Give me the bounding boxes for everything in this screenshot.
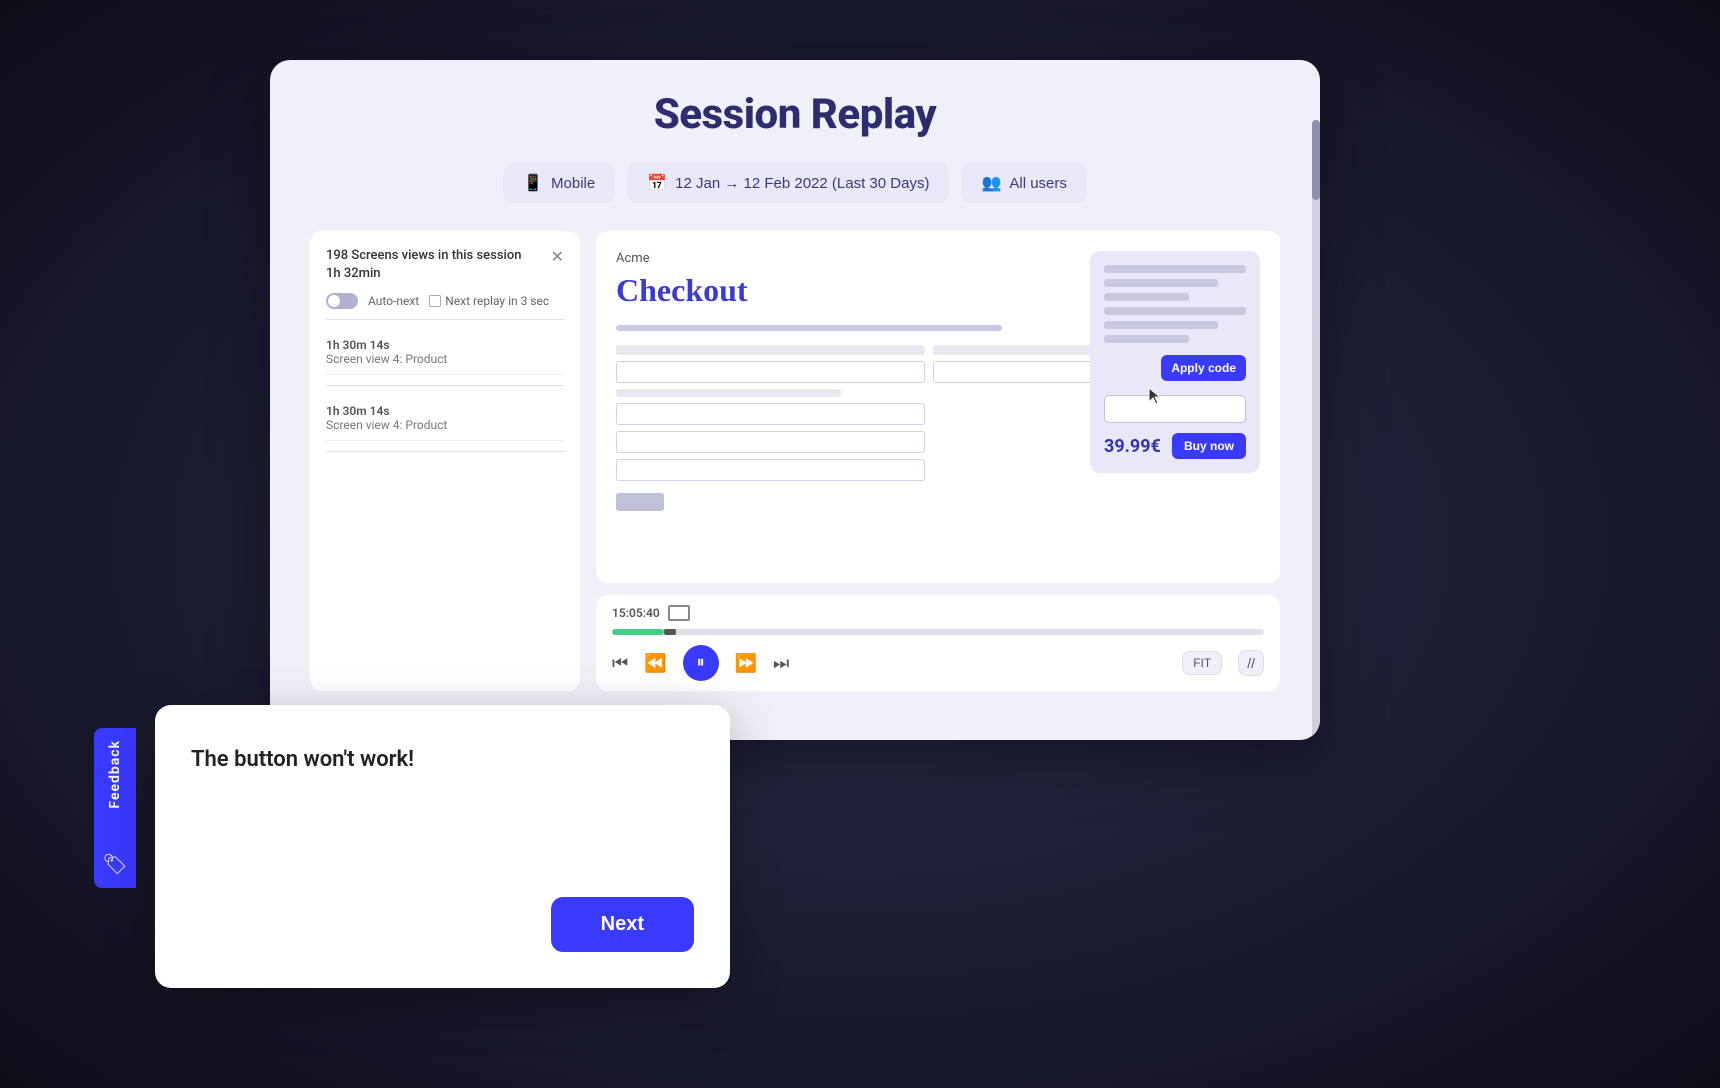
rewind-button[interactable]: ⏪	[644, 653, 666, 674]
feedback-footer: Next	[155, 881, 730, 988]
form-field-1	[616, 345, 925, 355]
replay-panel: Acme Checkout	[596, 231, 1280, 691]
fast-forward-button[interactable]: ⏩	[735, 653, 757, 674]
device-icon: 📱	[523, 173, 543, 193]
sidebar-line-2	[1104, 279, 1218, 287]
coupon-input[interactable]	[1104, 395, 1246, 423]
scrollbar[interactable]	[1312, 120, 1320, 740]
skip-silence-button[interactable]: //	[1238, 650, 1264, 676]
feedback-content: The button won't work!	[155, 705, 730, 881]
stripe-bar	[616, 493, 664, 511]
session-item-1-time: 1h 30m 14s	[326, 338, 564, 352]
calendar-icon: 📅	[647, 173, 667, 193]
form-field-7	[616, 431, 925, 453]
skip-end-button[interactable]: ⏭	[773, 653, 789, 674]
content-area: 198 Screens views in this session 1h 32m…	[310, 231, 1280, 691]
users-filter-button[interactable]: 👥 All users	[961, 163, 1086, 203]
session-item-2[interactable]: 1h 30m 14s Screen view 4: Product	[326, 396, 564, 441]
device-filter-label: Mobile	[551, 175, 595, 192]
time-display: 15:05:40	[612, 605, 1264, 621]
checkout-sidebar: Apply code 39.99€ Buy now	[1090, 251, 1260, 473]
session-panel: 198 Screens views in this session 1h 32m…	[310, 231, 580, 691]
session-close-button[interactable]: ✕	[551, 247, 564, 267]
sidebar-lines	[1104, 265, 1246, 343]
session-duration: 1h 32min	[326, 265, 521, 283]
player-controls: 15:05:40 ⏮ ⏪ ⏸ ⏩ ⏭ FIT //	[596, 595, 1280, 691]
sidebar-line-3	[1104, 293, 1189, 301]
form-field-6	[616, 403, 925, 425]
sidebar-line-4	[1104, 307, 1246, 315]
controls-row: ⏮ ⏪ ⏸ ⏩ ⏭ FIT //	[612, 645, 1264, 681]
session-item-2-time: 1h 30m 14s	[326, 404, 564, 418]
sidebar-line-6	[1104, 335, 1189, 343]
price-display: 39.99€	[1104, 436, 1161, 457]
feedback-modal: The button won't work! Next	[155, 705, 730, 988]
divider-2	[326, 385, 564, 386]
checkout-viewer: Acme Checkout	[596, 231, 1280, 583]
session-controls: Auto-next Next replay in 3 sec	[326, 293, 564, 309]
session-info: 198 Screens views in this session 1h 32m…	[326, 247, 521, 283]
form-field-8	[616, 459, 925, 481]
auto-next-label: Auto-next	[368, 294, 419, 308]
divider-1	[326, 319, 564, 320]
current-time: 15:05:40	[612, 606, 660, 620]
feedback-tab[interactable]: Feedback 🏷	[94, 728, 136, 888]
fit-button[interactable]: FIT	[1182, 651, 1222, 675]
session-item-1[interactable]: 1h 30m 14s Screen view 4: Product	[326, 330, 564, 375]
next-replay-checkbox[interactable]: Next replay in 3 sec	[429, 294, 549, 308]
next-replay-label: Next replay in 3 sec	[445, 294, 549, 308]
filter-bar: 📱 Mobile 📅 12 Jan → 12 Feb 2022 (Last 30…	[310, 163, 1280, 203]
auto-next-toggle[interactable]	[326, 293, 358, 309]
divider-3	[326, 451, 564, 452]
toggle-knob	[328, 295, 340, 307]
sidebar-line-1	[1104, 265, 1246, 273]
skip-back-start-button[interactable]: ⏮	[612, 653, 628, 674]
next-button[interactable]: Next	[551, 897, 694, 952]
price-row: 39.99€ Buy now	[1104, 433, 1246, 459]
play-pause-button[interactable]: ⏸	[683, 645, 719, 681]
date-filter-button[interactable]: 📅 12 Jan → 12 Feb 2022 (Last 30 Days)	[627, 163, 949, 203]
form-field-3	[616, 361, 925, 383]
checkout-progress-fill	[616, 325, 1002, 331]
progress-fill	[612, 629, 664, 635]
screen-icon	[668, 605, 690, 621]
page-title: Session Replay	[310, 90, 1280, 139]
scrollbar-thumb	[1312, 120, 1320, 200]
sidebar-line-5	[1104, 321, 1218, 329]
users-icon: 👥	[981, 173, 1001, 193]
progress-thumb	[664, 629, 676, 635]
apply-code-button[interactable]: Apply code	[1161, 355, 1246, 381]
progress-bar[interactable]	[612, 629, 1264, 635]
feedback-icon: 🏷	[102, 852, 127, 876]
checkbox-icon	[429, 295, 441, 307]
session-item-1-desc: Screen view 4: Product	[326, 352, 564, 366]
main-dashboard-card: Session Replay 📱 Mobile 📅 12 Jan → 12 Fe…	[270, 60, 1320, 740]
form-field-5	[616, 389, 841, 397]
session-count: 198 Screens views in this session	[326, 247, 521, 265]
users-filter-label: All users	[1009, 175, 1067, 192]
feedback-message: The button won't work!	[191, 745, 694, 845]
device-filter-button[interactable]: 📱 Mobile	[503, 163, 615, 203]
buy-now-button[interactable]: Buy now	[1172, 433, 1246, 459]
session-item-2-desc: Screen view 4: Product	[326, 418, 564, 432]
session-header: 198 Screens views in this session 1h 32m…	[326, 247, 564, 283]
feedback-tab-label: Feedback	[107, 740, 123, 809]
date-filter-label: 12 Jan → 12 Feb 2022 (Last 30 Days)	[675, 175, 929, 192]
